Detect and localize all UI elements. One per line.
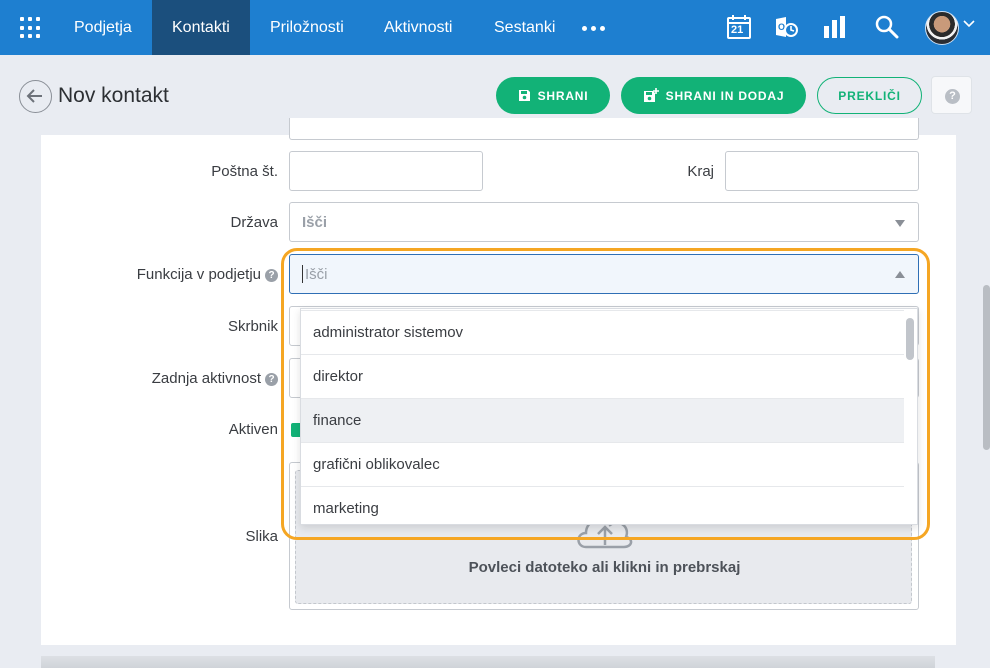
svg-text:O: O bbox=[778, 22, 785, 32]
nav-item-aktivnosti[interactable]: Aktivnosti bbox=[364, 0, 472, 55]
save-and-add-button-label: SHRANI IN DODAJ bbox=[665, 88, 785, 103]
help-button[interactable]: ? bbox=[931, 76, 972, 114]
save-button[interactable]: SHRANI bbox=[496, 77, 610, 114]
nav-item-kontakti[interactable]: Kontakti bbox=[152, 0, 250, 55]
last-activity-label: Zadnja aktivnost? bbox=[60, 370, 278, 387]
next-section-edge bbox=[41, 656, 935, 668]
chevron-down-icon[interactable] bbox=[963, 20, 975, 28]
chevron-down-icon bbox=[895, 220, 905, 227]
info-question-icon[interactable]: ? bbox=[265, 373, 278, 386]
postal-code-input[interactable] bbox=[289, 151, 483, 191]
cancel-button-label: PREKLIČI bbox=[838, 88, 901, 103]
help-question-icon: ? bbox=[945, 89, 960, 104]
function-label-text: Funkcija v podjetju bbox=[136, 266, 261, 283]
calendar-icon[interactable]: 21 bbox=[726, 14, 752, 40]
top-navigation-bar: Podjetja Kontakti Priložnosti Aktivnosti… bbox=[0, 0, 990, 55]
country-label: Država bbox=[230, 214, 278, 231]
image-label: Slika bbox=[245, 528, 278, 545]
page-scrollbar[interactable] bbox=[983, 285, 990, 450]
nav-item-podjetja[interactable]: Podjetja bbox=[54, 0, 152, 55]
save-and-add-button[interactable]: SHRANI IN DODAJ bbox=[621, 77, 806, 114]
more-dots-icon[interactable] bbox=[582, 26, 605, 31]
user-avatar[interactable] bbox=[925, 11, 959, 45]
reports-chart-icon[interactable] bbox=[822, 14, 848, 40]
page-title: Nov kontakt bbox=[58, 84, 169, 107]
nav-item-priloznosti[interactable]: Priložnosti bbox=[250, 0, 364, 55]
function-label: Funkcija v podjetju? bbox=[60, 266, 278, 283]
floppy-disk-icon bbox=[518, 90, 530, 101]
floppy-disk-plus-icon bbox=[643, 88, 659, 102]
back-button[interactable] bbox=[19, 80, 52, 113]
calendar-day-number: 21 bbox=[731, 24, 744, 36]
save-button-label: SHRANI bbox=[537, 88, 589, 103]
city-label: Kraj bbox=[687, 163, 714, 180]
drop-zone-text: Povleci datoteko ali klikni in prebrskaj bbox=[468, 559, 741, 576]
search-icon[interactable] bbox=[874, 14, 900, 40]
postal-code-label: Poštna št. bbox=[211, 163, 278, 180]
highlight-outline bbox=[281, 248, 930, 540]
nav-item-sestanki[interactable]: Sestanki bbox=[474, 0, 575, 55]
apps-grid-icon[interactable] bbox=[20, 17, 42, 39]
city-input[interactable] bbox=[725, 151, 919, 191]
cancel-button[interactable]: PREKLIČI bbox=[817, 77, 922, 114]
country-select[interactable]: Išči bbox=[289, 202, 919, 242]
address-field[interactable] bbox=[289, 118, 919, 140]
outlook-sync-icon[interactable]: O bbox=[773, 14, 799, 40]
last-activity-label-text: Zadnja aktivnost bbox=[151, 370, 261, 387]
active-label: Aktiven bbox=[228, 421, 278, 438]
owner-label: Skrbnik bbox=[227, 318, 278, 335]
country-placeholder: Išči bbox=[302, 214, 328, 231]
info-question-icon[interactable]: ? bbox=[265, 269, 278, 282]
arrow-left-icon bbox=[26, 89, 42, 103]
